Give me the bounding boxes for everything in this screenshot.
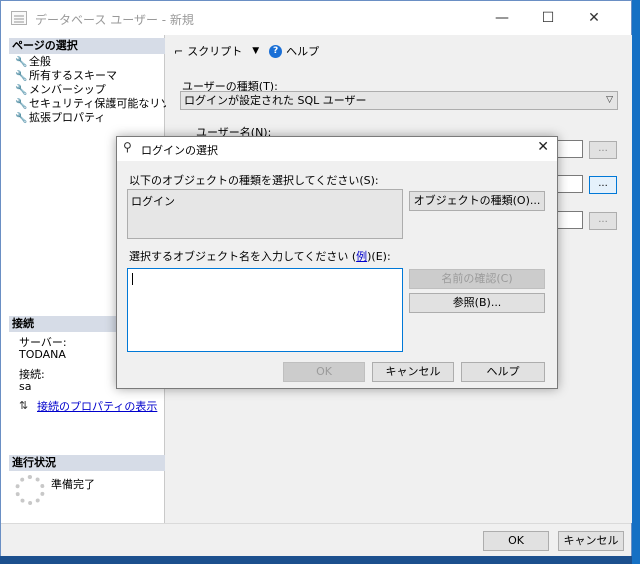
cancel-button[interactable]: キャンセル xyxy=(558,531,624,551)
connection-value: sa xyxy=(19,380,32,393)
select-page-header: ページの選択 xyxy=(9,38,165,54)
browse-button[interactable]: 参照(B)... xyxy=(409,293,545,313)
object-types-button[interactable]: オブジェクトの種類(O)... xyxy=(409,191,545,211)
enter-names-suffix: )(E): xyxy=(367,250,391,263)
progress-spinner-icon xyxy=(15,475,45,505)
ok-button[interactable]: OK xyxy=(483,531,549,551)
maximize-button[interactable]: ☐ xyxy=(525,1,571,35)
desktop-edge xyxy=(632,0,640,564)
script-icon: ⌐ xyxy=(174,44,184,58)
page-item-membership[interactable]: 🔧 メンバーシップ xyxy=(15,83,106,97)
wrench-icon: 🔧 xyxy=(15,113,28,124)
dialog-close-button[interactable]: ✕ xyxy=(537,139,549,155)
search-icon: ⚲ xyxy=(123,140,132,154)
window-app-icon xyxy=(11,11,27,25)
chevron-down-icon[interactable]: ▼ xyxy=(252,46,259,56)
wrench-icon: 🔧 xyxy=(15,85,28,96)
page-item-general[interactable]: 🔧 全般 xyxy=(15,55,51,69)
minimize-button[interactable]: — xyxy=(479,1,525,35)
page-item-extended-properties[interactable]: 🔧 拡張プロパティ xyxy=(15,111,105,125)
default-schema-input[interactable] xyxy=(555,211,583,229)
close-button[interactable]: ✕ xyxy=(571,1,617,35)
progress-header: 進行状況 xyxy=(9,455,165,471)
username-browse-button[interactable]: ... xyxy=(589,141,617,159)
select-login-dialog: ⚲ ログインの選択 ✕ 以下のオブジェクトの種類を選択してください(S): ログ… xyxy=(116,136,558,389)
check-names-button[interactable]: 名前の確認(C) xyxy=(409,269,545,289)
progress-status: 準備完了 xyxy=(51,478,95,491)
wrench-icon: 🔧 xyxy=(15,99,28,110)
dialog-ok-button[interactable]: OK xyxy=(283,362,365,382)
user-type-select[interactable]: ログインが設定された SQL ユーザー ▽ xyxy=(180,91,618,110)
page-item-label: 全般 xyxy=(29,55,51,68)
object-names-input[interactable] xyxy=(127,268,403,352)
enter-names-prompt: 選択するオブジェクト名を入力してください (例)(E): xyxy=(129,248,391,264)
page-item-label: 拡張プロパティ xyxy=(29,111,106,124)
default-schema-browse-button[interactable]: ... xyxy=(589,212,617,230)
window-title: データベース ユーザー - 新規 xyxy=(35,13,194,27)
connection-properties-icon: ⇅ xyxy=(19,399,29,412)
object-type-box: ログイン xyxy=(127,189,403,239)
dialog-help-button[interactable]: ヘルプ xyxy=(461,362,545,382)
wrench-icon: 🔧 xyxy=(15,57,28,68)
help-icon: ? xyxy=(269,44,283,58)
login-browse-button[interactable]: ... xyxy=(589,176,617,194)
toolbar: ⌐ スクリプト ▼ ? ヘルプ xyxy=(174,43,319,59)
username-input[interactable] xyxy=(555,140,583,158)
script-button[interactable]: スクリプト xyxy=(187,43,242,59)
examples-link[interactable]: 例 xyxy=(356,250,367,263)
text-caret xyxy=(132,273,133,285)
dialog-title: ログインの選択 xyxy=(141,144,218,157)
title-bar[interactable]: データベース ユーザー - 新規 — ☐ ✕ xyxy=(1,1,631,35)
dialog-title-bar[interactable]: ⚲ ログインの選択 ✕ xyxy=(117,137,557,161)
page-item-label: 所有するスキーマ xyxy=(29,69,117,82)
server-value: TODANA xyxy=(19,348,66,361)
chevron-down-icon: ▽ xyxy=(606,95,613,105)
dialog-cancel-button[interactable]: キャンセル xyxy=(372,362,454,382)
help-button[interactable]: ヘルプ xyxy=(286,43,319,59)
page-item-owned-schemas[interactable]: 🔧 所有するスキーマ xyxy=(15,69,117,83)
connection-properties-link[interactable]: 接続のプロパティの表示 xyxy=(37,398,157,414)
enter-names-text: 選択するオブジェクト名を入力してください xyxy=(129,250,349,263)
wrench-icon: 🔧 xyxy=(15,71,28,82)
object-type-value: ログイン xyxy=(131,195,175,208)
user-type-value: ログインが設定された SQL ユーザー xyxy=(184,94,367,107)
object-type-prompt: 以下のオブジェクトの種類を選択してください(S): xyxy=(129,174,379,187)
page-item-label: メンバーシップ xyxy=(29,83,106,96)
bottom-bar: OK キャンセル xyxy=(1,523,631,556)
login-name-input[interactable] xyxy=(555,175,583,193)
